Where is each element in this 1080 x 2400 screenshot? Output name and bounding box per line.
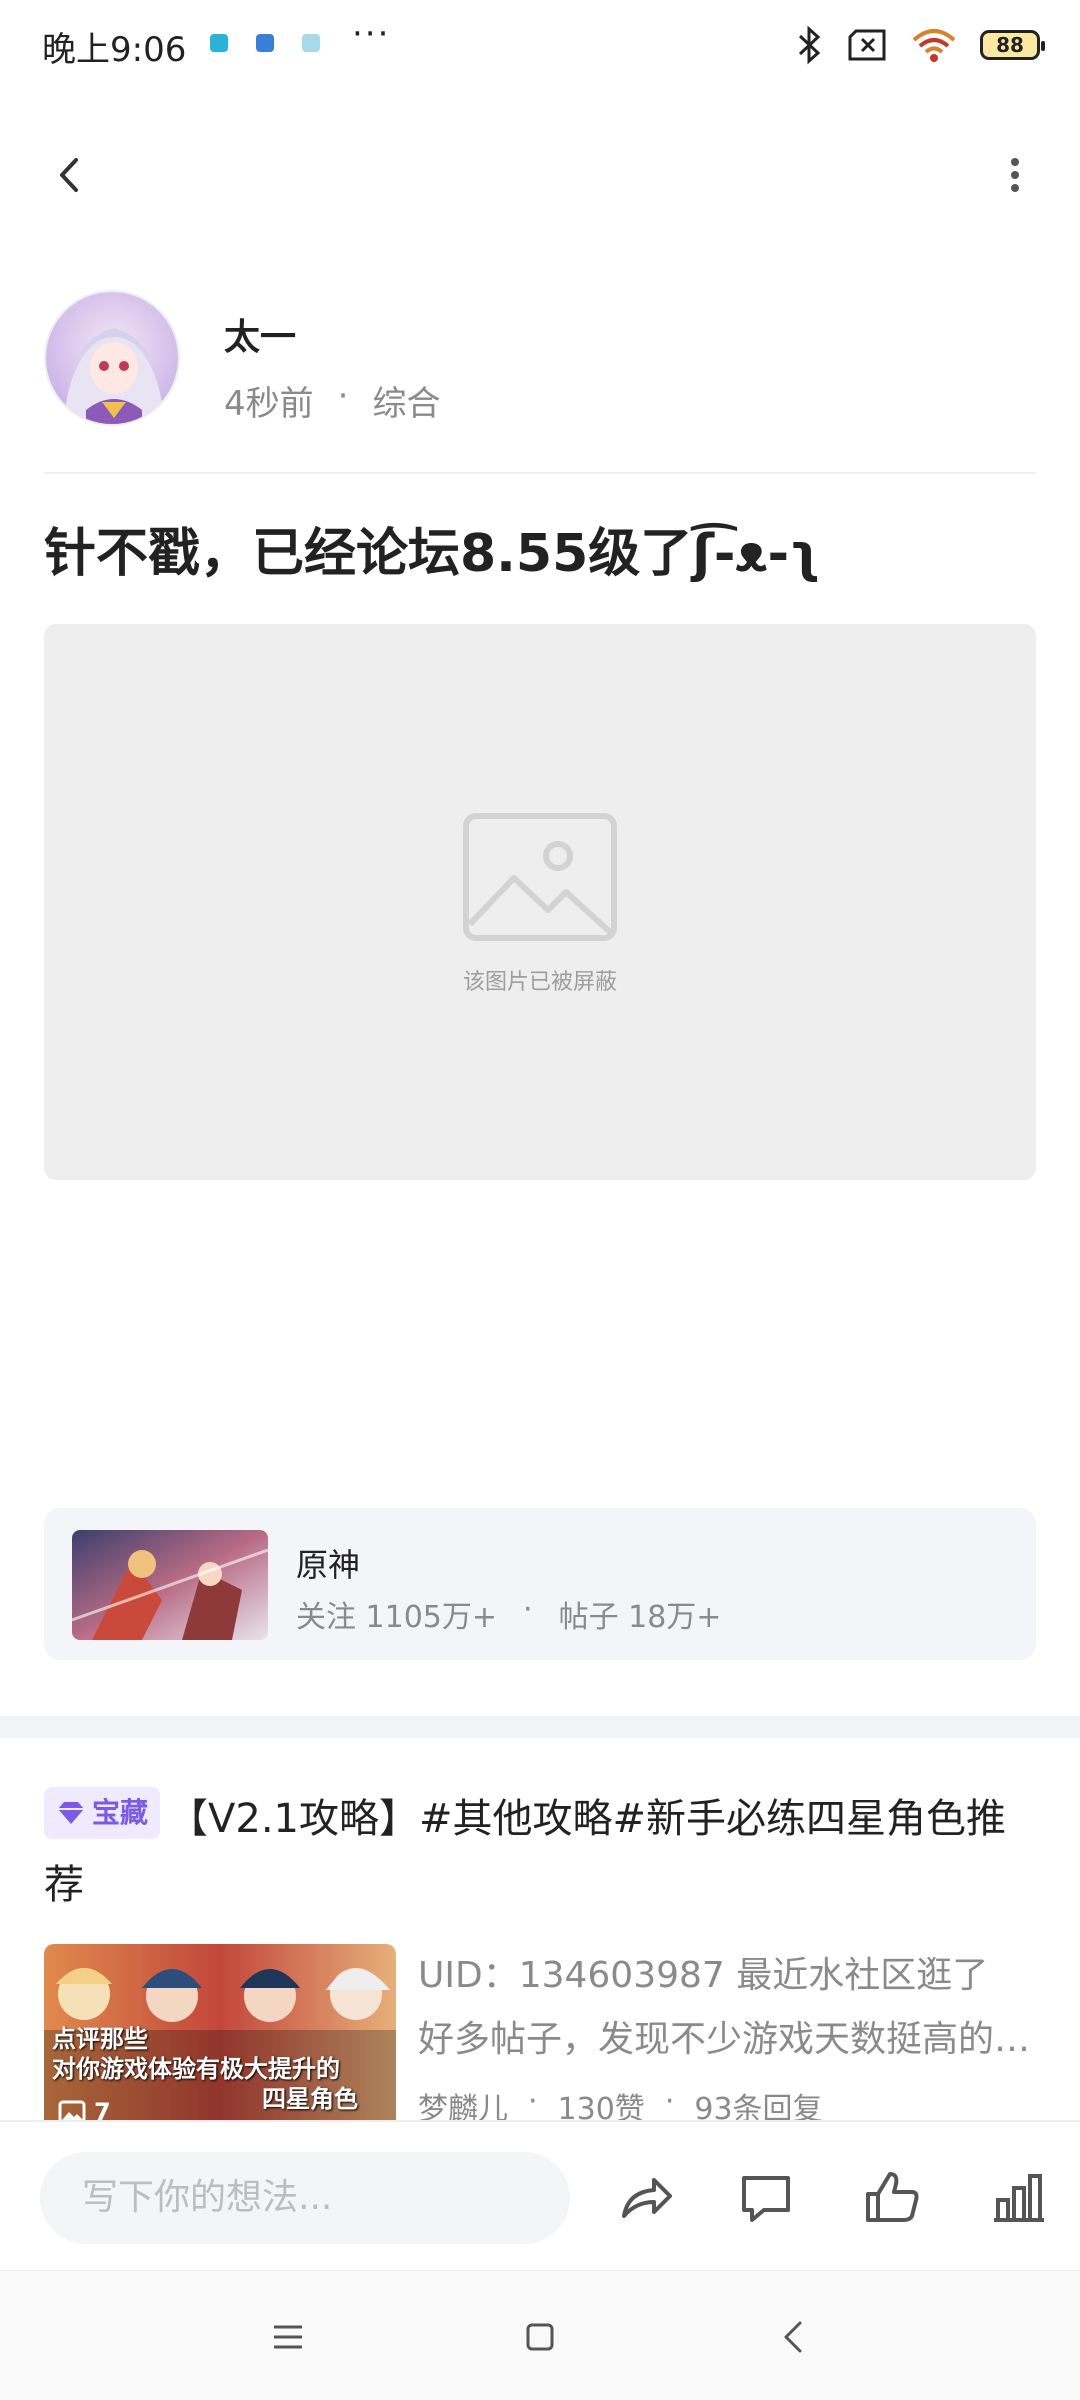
- notification-icon: [302, 34, 320, 52]
- back-nav-icon[interactable]: [764, 2307, 824, 2367]
- stats-separator: ·: [523, 1592, 533, 1627]
- author-name[interactable]: 太一: [224, 308, 296, 360]
- blocked-image[interactable]: 该图片已被屏蔽: [44, 624, 1036, 1180]
- post-title: 针不戳，已经论坛8.55级了ʃ͡-ᴥ-ʅ: [44, 524, 821, 584]
- system-navigation-bar: [0, 2270, 1080, 2400]
- author-header: 太一 4秒前 · 综合: [44, 290, 1036, 430]
- image-placeholder-icon: [463, 813, 617, 941]
- recommended-body: 点评那些 对你游戏体验有极大提升的 四星角色 7 UID：134603987 最…: [44, 1944, 1036, 2130]
- thumbs-up-icon[interactable]: [856, 2162, 928, 2234]
- status-bar: 晚上9:06 ··· 88: [0, 0, 1080, 90]
- recommended-title[interactable]: 【V2.1攻略】#其他攻略#新手必练四星角色推荐: [44, 1796, 1006, 1908]
- divider: [44, 472, 1036, 474]
- notification-icon: [210, 34, 228, 52]
- recommended-thumbnail[interactable]: 点评那些 对你游戏体验有极大提升的 四星角色 7: [44, 1944, 396, 2130]
- thumbnail-caption-line: 点评那些: [52, 2025, 148, 2053]
- comment-icon[interactable]: [730, 2162, 802, 2234]
- more-vertical-icon[interactable]: [980, 140, 1050, 210]
- game-forum-card[interactable]: 原神 关注 1105万+ · 帖子 18万+: [44, 1508, 1036, 1660]
- status-time: 晚上9:06: [42, 30, 187, 70]
- game-stats: 关注 1105万+ · 帖子 18万+: [296, 1592, 721, 1636]
- menu-icon[interactable]: [258, 2307, 318, 2367]
- bar-chart-icon[interactable]: [982, 2162, 1054, 2234]
- status-icons: 88: [796, 22, 1045, 68]
- game-name: 原神: [296, 1546, 361, 1584]
- battery-icon: 88: [980, 30, 1045, 60]
- diamond-icon: [58, 1802, 84, 1824]
- game-thumbnail: [72, 1530, 268, 1640]
- followers-count: 关注 1105万+: [296, 1600, 498, 1635]
- bottom-action-bar: 写下你的想法...: [0, 2120, 1080, 2270]
- post-time: 4秒前: [224, 384, 314, 424]
- treasure-tag-label: 宝藏: [92, 1796, 149, 1829]
- share-icon[interactable]: [610, 2162, 682, 2234]
- home-icon[interactable]: [510, 2307, 570, 2367]
- treasure-tag: 宝藏: [44, 1787, 161, 1839]
- recommended-excerpt: UID：134603987 最近水社区逛了 好多帖子，发现不少游戏天数挺高的玩家: [418, 1944, 1036, 2072]
- thumbnail-caption-line: 对你游戏体验有极大提升的: [52, 2055, 340, 2083]
- excerpt-line: 好多帖子，发现不少游戏天数挺高的玩家: [418, 2019, 1036, 2060]
- bluetooth-icon: [798, 25, 821, 65]
- section-separator: [0, 1716, 1080, 1738]
- wifi-icon: [912, 29, 956, 62]
- meta-separator: ·: [337, 376, 349, 416]
- post-meta: 4秒前 · 综合: [224, 376, 440, 425]
- top-navigation: [0, 120, 1080, 230]
- post-category[interactable]: 综合: [372, 376, 440, 425]
- avatar[interactable]: [44, 290, 180, 426]
- more-notifications-icon: ···: [352, 14, 391, 54]
- blocked-image-text: 该图片已被屏蔽: [462, 970, 617, 995]
- back-icon[interactable]: [36, 140, 106, 210]
- recommended-title-row: 宝藏 【V2.1攻略】#其他攻略#新手必练四星角色推荐: [44, 1786, 1036, 1918]
- excerpt-line: UID：134603987 最近水社区逛了: [418, 1955, 989, 1996]
- comment-input[interactable]: 写下你的想法...: [40, 2152, 570, 2244]
- recommended-post[interactable]: 宝藏 【V2.1攻略】#其他攻略#新手必练四星角色推荐 点评那些 对你游戏体验有…: [44, 1786, 1036, 2130]
- posts-count: 帖子 18万+: [558, 1600, 722, 1635]
- notification-icon: [256, 34, 274, 52]
- no-sim-icon: [848, 29, 886, 61]
